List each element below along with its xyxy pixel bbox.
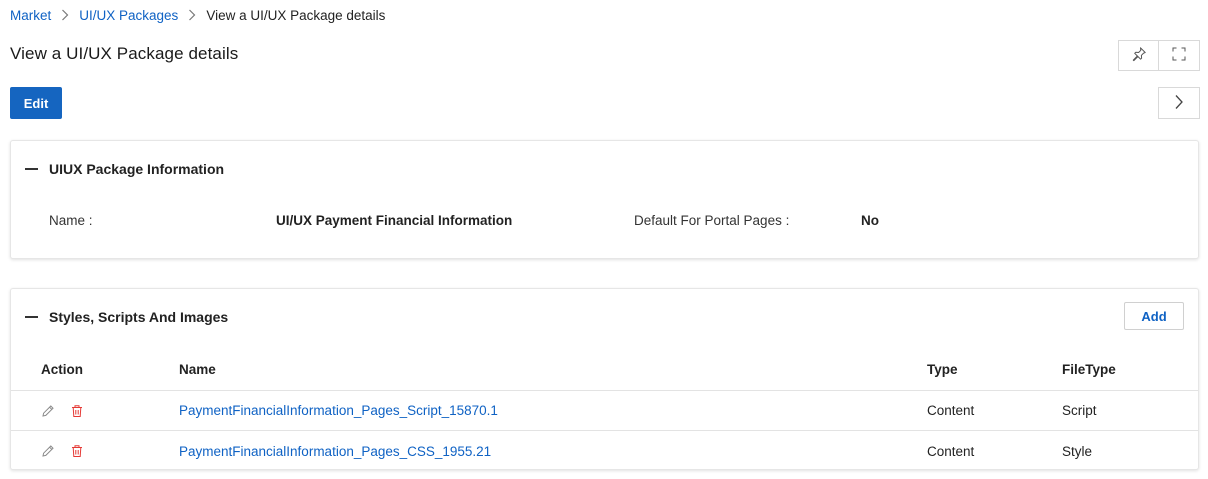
column-header-filetype[interactable]: FileType xyxy=(1062,350,1116,389)
table-header: Action Name Type FileType xyxy=(11,351,1198,391)
fullscreen-icon xyxy=(1171,46,1187,65)
file-name-link[interactable]: PaymentFinancialInformation_Pages_Script… xyxy=(179,391,498,430)
edit-button[interactable]: Edit xyxy=(10,87,62,119)
view-controls xyxy=(1118,40,1200,71)
table-row: PaymentFinancialInformation_Pages_Script… xyxy=(11,391,1198,431)
column-header-type[interactable]: Type xyxy=(927,350,958,389)
file-filetype: Script xyxy=(1062,403,1097,418)
collapse-icon[interactable] xyxy=(25,316,38,318)
page-title: View a UI/UX Package details xyxy=(10,44,239,63)
trash-icon[interactable] xyxy=(70,444,84,458)
breadcrumb-current: View a UI/UX Package details xyxy=(206,7,386,23)
files-panel: Styles, Scripts And Images Add Action Na… xyxy=(10,288,1199,470)
trash-icon[interactable] xyxy=(70,404,84,418)
collapse-icon[interactable] xyxy=(25,168,38,170)
fullscreen-button[interactable] xyxy=(1159,40,1200,71)
row-actions xyxy=(41,431,84,471)
chevron-right-icon xyxy=(51,9,79,21)
chevron-right-icon xyxy=(178,9,206,21)
panel-title: Styles, Scripts And Images xyxy=(49,309,229,325)
pin-button[interactable] xyxy=(1118,40,1159,71)
panel-title: UIUX Package Information xyxy=(49,161,225,177)
breadcrumb-market[interactable]: Market xyxy=(10,8,51,23)
file-type: Content xyxy=(927,443,975,459)
package-info-panel: UIUX Package Information Name : UI/UX Pa… xyxy=(10,140,1199,259)
file-type: Content xyxy=(927,403,975,418)
file-filetype: Style xyxy=(1062,443,1093,459)
edit-pencil-icon[interactable] xyxy=(41,444,55,458)
row-actions xyxy=(41,391,84,430)
files-table: Action Name Type FileType PaymentFinanci… xyxy=(11,351,1198,471)
table-row: PaymentFinancialInformation_Pages_CSS_19… xyxy=(11,431,1198,471)
panel-header: UIUX Package Information xyxy=(25,161,224,177)
pin-icon xyxy=(1131,46,1147,65)
default-portal-label: Default For Portal Pages : xyxy=(634,213,790,228)
add-button[interactable]: Add xyxy=(1124,302,1184,330)
breadcrumb: Market UI/UX Packages View a UI/UX Packa… xyxy=(10,6,385,24)
column-header-action: Action xyxy=(41,362,83,377)
chevron-right-icon xyxy=(1174,94,1184,113)
file-name-link[interactable]: PaymentFinancialInformation_Pages_CSS_19… xyxy=(179,431,491,471)
name-value: UI/UX Payment Financial Information xyxy=(276,213,513,228)
panel-header: Styles, Scripts And Images xyxy=(25,309,228,325)
edit-pencil-icon[interactable] xyxy=(41,404,55,418)
column-header-name[interactable]: Name xyxy=(179,350,216,389)
breadcrumb-uiux-packages[interactable]: UI/UX Packages xyxy=(79,8,178,23)
default-portal-value: No xyxy=(861,213,879,228)
name-label: Name : xyxy=(49,213,93,228)
next-button[interactable] xyxy=(1158,87,1200,119)
